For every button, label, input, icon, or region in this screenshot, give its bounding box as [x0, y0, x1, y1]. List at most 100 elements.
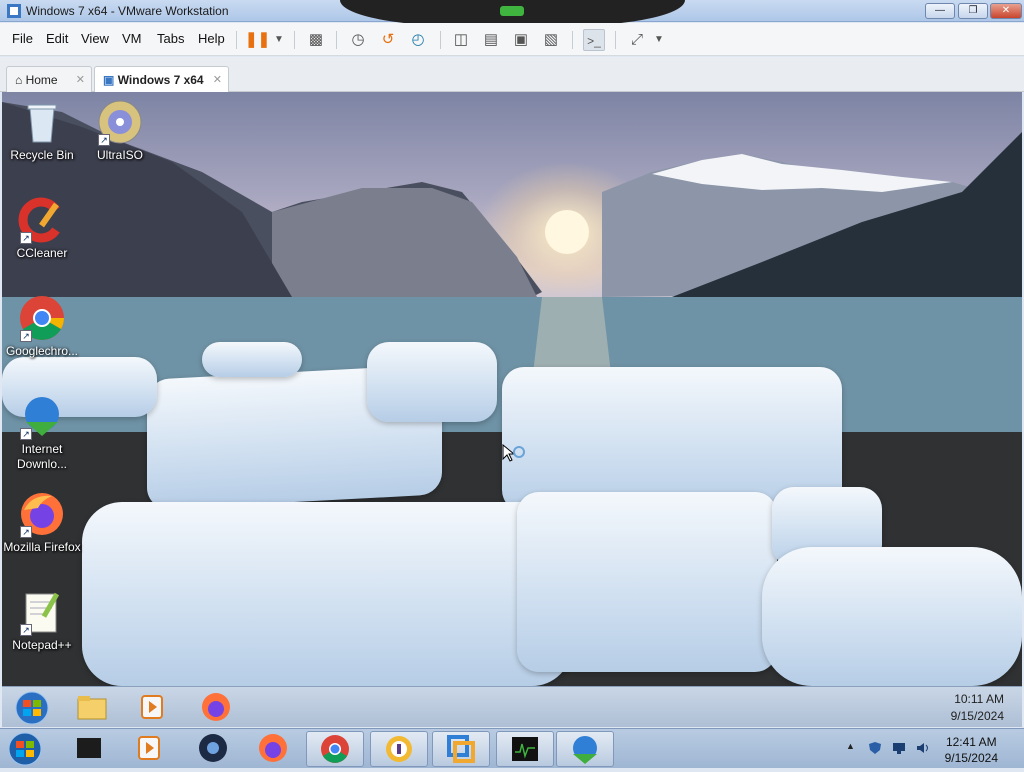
tab-home[interactable]: ⌂ Home ✕ — [6, 66, 92, 92]
network-icon[interactable] — [892, 741, 906, 755]
home-icon: ⌂ — [15, 73, 23, 87]
close-tab-icon[interactable]: ✕ — [76, 73, 85, 86]
host-taskbar-item[interactable] — [244, 731, 302, 767]
separator — [440, 31, 441, 49]
start-orb-icon — [8, 732, 42, 766]
vmware-app-icon — [7, 4, 21, 18]
revert-snapshot-icon[interactable]: ↺ — [377, 29, 399, 51]
media-player-icon — [138, 736, 160, 760]
ice-block — [367, 342, 497, 422]
desktop-icon-label: Googlechro... — [5, 344, 79, 358]
notepadpp-icon: ↗ — [18, 588, 66, 636]
shortcut-arrow-icon: ↗ — [20, 232, 32, 244]
guest-time: 10:11 AM — [954, 692, 1004, 706]
menu-help[interactable]: Help — [198, 31, 225, 46]
desktop-icon-idm[interactable]: ↗ Internet Downlo... — [2, 392, 82, 472]
send-ctrl-alt-del-icon[interactable]: ▩ — [305, 29, 327, 51]
menu-tabs[interactable]: Tabs — [157, 31, 184, 46]
idm-icon: ↗ — [18, 392, 66, 440]
console-view-icon[interactable]: >_ — [583, 29, 605, 51]
guest-date: 9/15/2024 — [950, 709, 1004, 723]
host-taskbar-item[interactable] — [184, 731, 242, 767]
host-start-button[interactable] — [0, 731, 50, 767]
guest-start-button[interactable] — [8, 690, 56, 726]
ultraiso-icon: ↗ — [96, 98, 144, 146]
vm-icon: ▣ — [103, 73, 115, 87]
minimize-button[interactable]: — — [925, 3, 955, 19]
host-taskbar-item[interactable] — [306, 731, 364, 767]
menu-vm[interactable]: VM — [122, 31, 142, 46]
host-taskbar-item[interactable] — [556, 731, 614, 767]
snapshot-manager-icon[interactable]: ◴ — [407, 29, 429, 51]
fullscreen-icon[interactable]: ▣ — [510, 29, 532, 51]
guest-taskbar-firefox[interactable] — [192, 690, 240, 726]
monitor-icon — [512, 737, 538, 761]
separator — [236, 31, 237, 49]
host-taskbar-item[interactable] — [60, 731, 118, 767]
app-icon — [386, 736, 412, 762]
desktop-icon-label: UltraISO — [96, 148, 143, 162]
shortcut-arrow-icon: ↗ — [20, 526, 32, 538]
stretch-guest-icon[interactable]: ⤢ — [626, 29, 648, 51]
menu-view[interactable]: View — [81, 31, 109, 46]
desktop-icon-chrome[interactable]: ↗ Googlechro... — [2, 294, 82, 359]
desktop-icon-label: Mozilla Firefox — [3, 540, 81, 554]
guest-clock[interactable]: 10:11 AM 9/15/2024 — [951, 691, 1004, 725]
separator — [294, 31, 295, 49]
close-tab-icon[interactable]: ✕ — [213, 73, 222, 86]
show-hidden-icon[interactable]: ▲ — [846, 741, 860, 755]
desktop-icon-notepadpp[interactable]: ↗ Notepad++ — [2, 588, 82, 653]
dropdown-arrow-icon[interactable]: ▼ — [268, 29, 290, 51]
menu-bar: File Edit View VM Tabs Help ❚❚ ▼ ▩ ◷ ↺ ◴… — [0, 23, 1024, 56]
desktop-icon-ccleaner[interactable]: ↗ CCleaner — [2, 196, 82, 261]
show-library-icon[interactable]: ◫ — [450, 29, 472, 51]
shield-icon[interactable] — [868, 741, 882, 755]
firefox-icon — [259, 734, 287, 762]
guest-desktop[interactable]: Recycle Bin ↗ UltraISO ↗ CCleaner ↗ Goog… — [2, 92, 1022, 686]
host-taskbar-item-vmware[interactable] — [432, 731, 490, 767]
desktop-icon-label: Internet Downlo... — [16, 442, 68, 471]
thumbnail-icon[interactable]: ▤ — [480, 29, 502, 51]
desktop-icon-firefox[interactable]: ↗ Mozilla Firefox — [2, 490, 82, 555]
tab-label: Home — [25, 73, 58, 87]
chrome-icon: ↗ — [18, 294, 66, 342]
host-taskbar-item[interactable] — [120, 731, 178, 767]
guest-taskbar-media-player[interactable] — [128, 690, 176, 726]
media-player-icon — [141, 695, 163, 719]
host-date: 9/15/2024 — [944, 751, 998, 765]
ice-block — [82, 502, 572, 686]
idm-icon — [573, 736, 597, 764]
chrome-icon — [321, 735, 349, 763]
desktop-icon-ultraiso[interactable]: ↗ UltraISO — [80, 98, 160, 163]
desktop-icon-label: CCleaner — [16, 246, 68, 260]
window-title: Windows 7 x64 - VMware Workstation — [26, 4, 229, 18]
explorer-icon — [77, 696, 107, 720]
menu-file[interactable]: File — [12, 31, 33, 46]
host-taskbar-item[interactable] — [370, 731, 428, 767]
desktop-icon-recycle-bin[interactable]: Recycle Bin — [2, 98, 82, 163]
separator — [336, 31, 337, 49]
shortcut-arrow-icon: ↗ — [20, 330, 32, 342]
separator — [615, 31, 616, 49]
recycle-bin-icon — [18, 98, 66, 146]
ice-block — [517, 492, 777, 672]
tab-bar: ⌂ Home ✕ ▣ Windows 7 x64 ✕ — [0, 57, 1024, 92]
unity-icon[interactable]: ▧ — [540, 29, 562, 51]
close-button[interactable]: ✕ — [990, 3, 1022, 19]
pause-icon[interactable]: ❚❚ — [245, 29, 270, 51]
host-taskbar: ▲ 12:41 AM 9/15/2024 — [0, 728, 1024, 768]
tab-windows7[interactable]: ▣ Windows 7 x64 ✕ — [94, 66, 229, 92]
shortcut-arrow-icon: ↗ — [20, 428, 32, 440]
restore-button[interactable]: ❐ — [958, 3, 988, 19]
snapshot-icon[interactable]: ◷ — [347, 29, 369, 51]
ccleaner-icon: ↗ — [18, 196, 66, 244]
volume-icon[interactable] — [916, 741, 930, 755]
guest-taskbar-explorer[interactable] — [68, 690, 116, 726]
host-time: 12:41 AM — [945, 735, 997, 749]
shortcut-arrow-icon: ↗ — [20, 624, 32, 636]
pin-icon[interactable] — [500, 6, 524, 16]
host-clock[interactable]: 12:41 AM 9/15/2024 — [945, 734, 998, 766]
dropdown-arrow-icon[interactable]: ▼ — [648, 29, 670, 51]
menu-edit[interactable]: Edit — [46, 31, 68, 46]
host-taskbar-item[interactable] — [496, 731, 554, 767]
